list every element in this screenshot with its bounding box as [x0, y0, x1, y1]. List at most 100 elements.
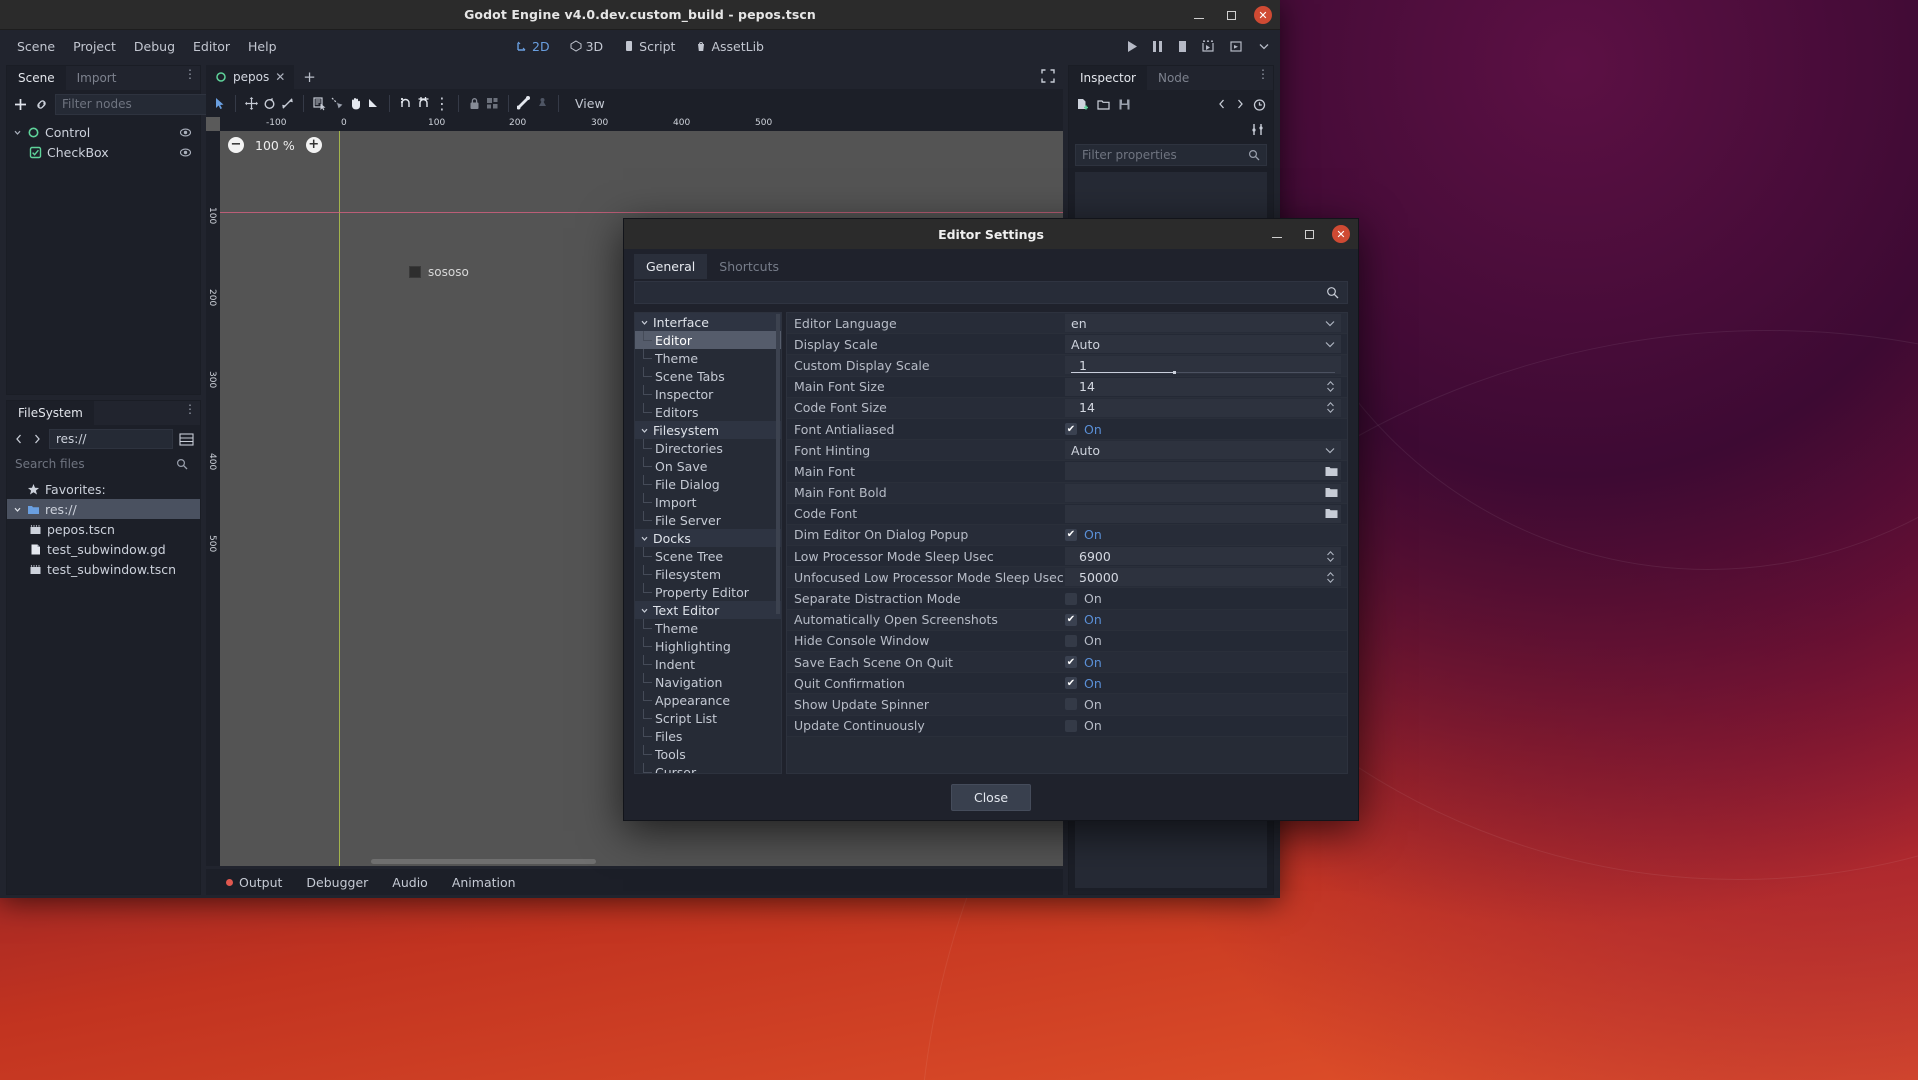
- canvas-checkbox-sososo[interactable]: sososo: [409, 265, 469, 279]
- chevron-down-icon[interactable]: [13, 128, 22, 137]
- property-value[interactable]: Auto: [1065, 335, 1347, 354]
- snap-options-icon[interactable]: ⋮: [434, 94, 450, 113]
- zoom-out-icon[interactable]: −: [228, 137, 244, 153]
- minimize-icon[interactable]: [1190, 6, 1208, 24]
- chevron-down-icon[interactable]: [640, 534, 649, 543]
- category-editors[interactable]: Editors: [635, 403, 781, 421]
- close-icon[interactable]: ✕: [1254, 6, 1272, 24]
- stop-icon[interactable]: [1177, 40, 1188, 53]
- chevron-down-icon[interactable]: [640, 426, 649, 435]
- category-navigation[interactable]: Navigation: [635, 673, 781, 691]
- property-row-update-continuously[interactable]: Update Continuously On: [787, 715, 1347, 737]
- property-value[interactable]: en: [1065, 314, 1347, 333]
- property-row-save-each-scene-on-quit[interactable]: Save Each Scene On Quit ✔ On: [787, 652, 1347, 674]
- list-select-icon[interactable]: [312, 96, 327, 111]
- property-value[interactable]: On: [1065, 633, 1347, 648]
- history-prev-icon[interactable]: [1216, 98, 1228, 110]
- filter-nodes-input[interactable]: [62, 97, 212, 111]
- chevron-down-icon[interactable]: [1258, 40, 1270, 52]
- filter-properties-input[interactable]: [1082, 148, 1248, 162]
- property-value[interactable]: [1065, 462, 1347, 481]
- slider-knob[interactable]: [1173, 371, 1176, 375]
- property-row-automatically-open-screenshots[interactable]: Automatically Open Screenshots ✔ On: [787, 609, 1347, 631]
- property-row-main-font[interactable]: Main Font: [787, 461, 1347, 483]
- property-row-show-update-spinner[interactable]: Show Update Spinner On: [787, 694, 1347, 716]
- dock-menu-icon[interactable]: ⋮: [1257, 68, 1269, 80]
- maximize-icon[interactable]: [1222, 6, 1240, 24]
- visibility-eye-icon[interactable]: [179, 126, 192, 139]
- category-appearance[interactable]: Appearance: [635, 691, 781, 709]
- settings-category-tree[interactable]: Interface Editor Theme Scene Tabs Inspec…: [634, 312, 782, 774]
- open-resource-icon[interactable]: [1096, 97, 1111, 112]
- smart-snap-icon[interactable]: [398, 96, 413, 111]
- filesystem-item-test-subwindow-tscn[interactable]: test_subwindow.tscn: [7, 559, 200, 579]
- filesystem-item-res-root[interactable]: res://: [7, 499, 200, 519]
- tab-shortcuts[interactable]: Shortcuts: [707, 254, 791, 279]
- tab-scene[interactable]: Scene: [7, 66, 66, 90]
- play-scene-icon[interactable]: [1202, 40, 1216, 53]
- main-button-2d[interactable]: 2D: [508, 35, 558, 58]
- number-spinbox[interactable]: 14: [1065, 398, 1341, 417]
- category-import[interactable]: Import: [635, 493, 781, 511]
- category-text-theme[interactable]: Theme: [635, 619, 781, 637]
- tab-import[interactable]: Import: [66, 66, 128, 90]
- tab-filesystem[interactable]: FileSystem: [7, 401, 94, 425]
- category-text-editor[interactable]: Text Editor: [635, 601, 781, 619]
- filter-properties-box[interactable]: [1075, 144, 1267, 166]
- main-button-script[interactable]: Script: [615, 35, 683, 58]
- property-row-separate-distraction-mode[interactable]: Separate Distraction Mode On: [787, 588, 1347, 610]
- checkbox-icon[interactable]: [1065, 719, 1077, 732]
- scene-tab-pepos[interactable]: pepos ✕: [206, 65, 295, 89]
- new-resource-icon[interactable]: [1075, 97, 1090, 112]
- scale-tool-icon[interactable]: [280, 96, 295, 111]
- property-row-code-font[interactable]: Code Font: [787, 503, 1347, 525]
- checkbox-icon[interactable]: [409, 266, 421, 278]
- tab-general[interactable]: General: [634, 254, 708, 279]
- menu-editor[interactable]: Editor: [184, 35, 239, 58]
- folder-icon[interactable]: [1321, 483, 1341, 502]
- view-menu-button[interactable]: View: [567, 96, 613, 111]
- scene-node-control[interactable]: Control: [7, 122, 200, 142]
- category-theme[interactable]: Theme: [635, 349, 781, 367]
- object-tools-icon[interactable]: [1250, 122, 1265, 137]
- number-spinbox[interactable]: 14: [1065, 377, 1341, 396]
- property-row-low-processor-mode-sleep-usec[interactable]: Low Processor Mode Sleep Usec 6900: [787, 546, 1347, 568]
- property-row-quit-confirmation[interactable]: Quit Confirmation ✔ On: [787, 673, 1347, 695]
- bottom-tab-output[interactable]: Output: [214, 875, 294, 890]
- category-file-server[interactable]: File Server: [635, 511, 781, 529]
- bottom-tab-audio[interactable]: Audio: [380, 875, 440, 890]
- link-icon[interactable]: [34, 97, 49, 112]
- category-filesystem[interactable]: Filesystem: [635, 421, 781, 439]
- category-interface[interactable]: Interface: [635, 313, 781, 331]
- file-path-field[interactable]: [1065, 504, 1321, 523]
- category-indent[interactable]: Indent: [635, 655, 781, 673]
- visibility-eye-icon[interactable]: [179, 146, 192, 159]
- settings-search-box[interactable]: [634, 281, 1348, 304]
- category-files[interactable]: Files: [635, 727, 781, 745]
- checkbox-icon[interactable]: [1065, 698, 1077, 711]
- property-row-dim-editor-on-dialog-popup[interactable]: Dim Editor On Dialog Popup ✔ On: [787, 524, 1347, 547]
- property-value[interactable]: ✔ On: [1065, 527, 1347, 542]
- ruler-measure-icon[interactable]: [366, 96, 381, 111]
- skeleton-icon[interactable]: [535, 96, 550, 111]
- checkbox-icon[interactable]: ✔: [1065, 656, 1077, 669]
- search-files-input[interactable]: [15, 457, 176, 471]
- filesystem-item-test-subwindow-gd[interactable]: test_subwindow.gd: [7, 539, 200, 559]
- category-on-save[interactable]: On Save: [635, 457, 781, 475]
- property-row-unfocused-low-processor-mode-sleep-usec[interactable]: Unfocused Low Processor Mode Sleep Usec …: [787, 567, 1347, 589]
- rotate-tool-icon[interactable]: [262, 96, 277, 111]
- stepper-icon[interactable]: [1326, 550, 1335, 563]
- split-mode-icon[interactable]: [179, 432, 194, 446]
- bottom-tab-animation[interactable]: Animation: [440, 875, 528, 890]
- dock-menu-icon[interactable]: ⋮: [184, 68, 196, 80]
- checkbox-icon[interactable]: [1065, 592, 1077, 605]
- filesystem-item-pepos-tscn[interactable]: pepos.tscn: [7, 519, 200, 539]
- chevron-down-icon[interactable]: [13, 505, 22, 514]
- property-value[interactable]: On: [1065, 591, 1347, 606]
- property-value[interactable]: 6900: [1065, 547, 1347, 566]
- pan-tool-icon[interactable]: [348, 96, 363, 111]
- category-directories[interactable]: Directories: [635, 439, 781, 457]
- property-value[interactable]: 50000: [1065, 568, 1347, 587]
- category-script-list[interactable]: Script List: [635, 709, 781, 727]
- checkbox-icon[interactable]: ✔: [1065, 677, 1077, 690]
